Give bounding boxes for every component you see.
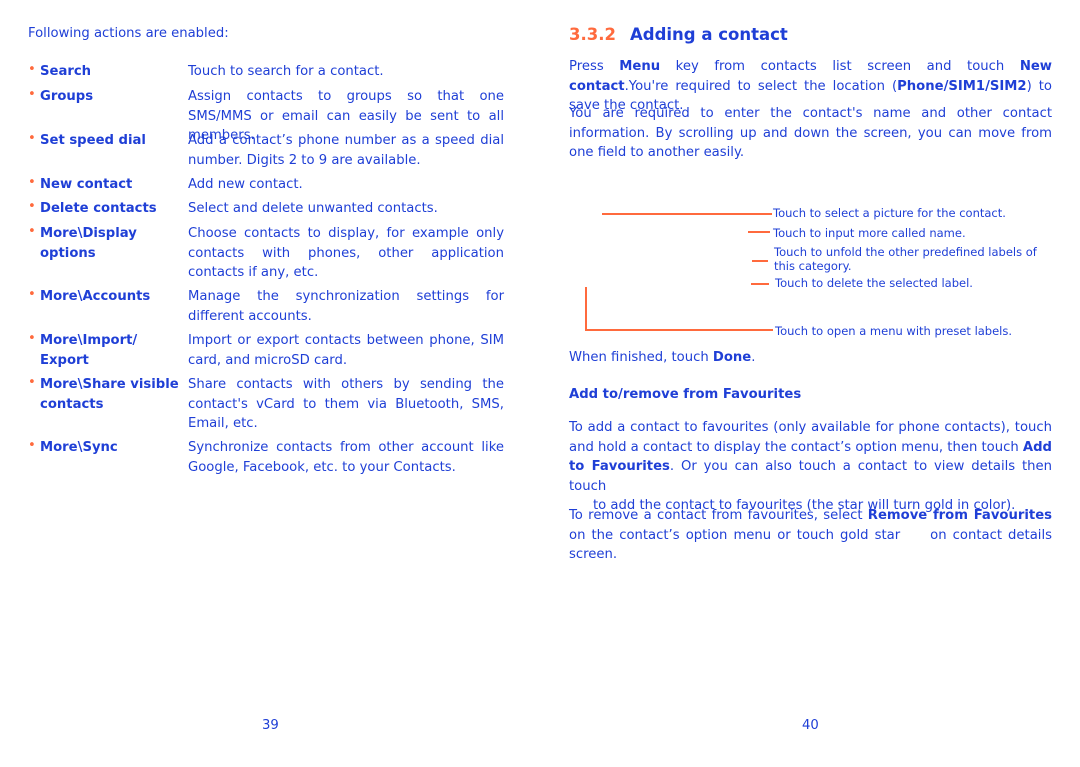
callout-picture: Touch to select a picture for the contac… xyxy=(773,206,1006,220)
done-text: When finished, touch Done. xyxy=(569,350,756,365)
section-heading: 3.3.2 Adding a contact xyxy=(569,25,788,44)
bullet-icon: • xyxy=(28,331,36,346)
action-label: More\Display options xyxy=(40,226,137,261)
subheading: Add to/remove from Favourites xyxy=(569,387,802,402)
callout-delete: Touch to delete the selected label. xyxy=(775,276,973,290)
callout-line xyxy=(585,287,587,331)
action-description: Manage the synchronization settings for … xyxy=(188,289,504,324)
callout-labels: Touch to unfold the other predefined lab… xyxy=(774,245,1037,273)
callout-line xyxy=(602,213,772,215)
callout-name: Touch to input more called name. xyxy=(773,226,966,240)
bullet-icon: • xyxy=(28,62,36,77)
bullet-icon: • xyxy=(28,375,36,390)
action-description: Add a contact’s phone number as a speed … xyxy=(188,133,504,168)
bullet-icon: • xyxy=(28,199,36,214)
action-label: Delete contacts xyxy=(40,201,157,216)
action-label: Search xyxy=(40,64,92,79)
paragraph-4: To remove a contact from favourites, sel… xyxy=(569,508,1052,562)
page-number-right: 40 xyxy=(802,718,819,733)
action-description: Share contacts with others by sending th… xyxy=(188,377,504,431)
action-description: Select and delete unwanted contacts. xyxy=(188,201,438,216)
page-number-left: 39 xyxy=(262,718,279,733)
callout-line xyxy=(748,231,770,233)
callout-line xyxy=(752,260,768,262)
bullet-icon: • xyxy=(28,87,36,102)
paragraph-2: You are required to enter the contact's … xyxy=(569,106,1052,160)
action-description: Choose contacts to display, for example … xyxy=(188,226,504,280)
action-label: More\Import/ Export xyxy=(40,333,138,368)
callout-menu: Touch to open a menu with preset labels. xyxy=(775,324,1013,338)
action-label: Groups xyxy=(40,89,94,104)
action-label: Set speed dial xyxy=(40,133,146,148)
action-description: Synchronize contacts from other account … xyxy=(188,440,504,475)
action-label: More\Share visible contacts xyxy=(40,377,179,412)
bullet-icon: • xyxy=(28,131,36,146)
bullet-icon: • xyxy=(28,224,36,239)
action-description: Touch to search for a contact. xyxy=(188,64,384,79)
action-label: New contact xyxy=(40,177,133,192)
action-description: Import or export contacts between phone,… xyxy=(188,333,504,368)
paragraph-3: To add a contact to favourites (only ava… xyxy=(569,420,1052,513)
intro-text: Following actions are enabled: xyxy=(28,26,229,41)
bullet-icon: • xyxy=(28,175,36,190)
bullet-icon: • xyxy=(28,438,36,453)
action-label: More\Accounts xyxy=(40,289,151,304)
section-number: 3.3.2 xyxy=(569,25,616,44)
bullet-icon: • xyxy=(28,287,36,302)
section-title: Adding a contact xyxy=(629,25,788,44)
callout-line xyxy=(751,283,769,285)
action-label: More\Sync xyxy=(40,440,118,455)
action-description: Add new contact. xyxy=(188,177,303,192)
callout-line xyxy=(585,329,773,331)
